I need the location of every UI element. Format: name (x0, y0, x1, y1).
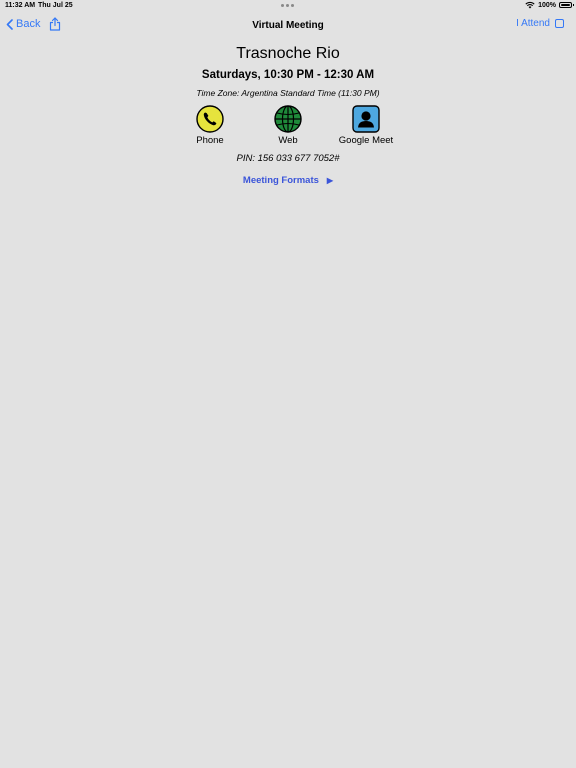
play-arrow-icon: ▶ (326, 176, 334, 185)
phone-link[interactable]: Phone (171, 105, 249, 146)
battery-icon (559, 2, 574, 8)
google-meet-label: Google Meet (338, 135, 394, 146)
google-meet-link[interactable]: Google Meet (327, 105, 405, 146)
attend-label: I Attend (516, 18, 550, 29)
meeting-timezone: Time Zone: Argentina Standard Time (11:3… (196, 88, 380, 98)
screen: 11:32 AM Thu Jul 25 100% Back Virtual Me… (0, 0, 576, 768)
status-time: 11:32 AM (5, 2, 36, 9)
meeting-details: Trasnoche Rio Saturdays, 10:30 PM - 12:3… (0, 44, 576, 188)
meeting-name: Trasnoche Rio (236, 45, 340, 62)
meeting-links: Phone Web Google Meet (0, 105, 576, 146)
status-date: Thu Jul 25 (38, 2, 73, 9)
phone-icon (196, 105, 224, 133)
battery-percent: 100% (538, 1, 556, 9)
navigation-bar: Back Virtual Meeting I Attend (0, 14, 576, 38)
phone-label: Phone (196, 135, 224, 146)
contact-icon (352, 105, 380, 133)
meeting-formats-button[interactable]: Meeting Formats ▶ (243, 175, 333, 186)
attend-checkbox[interactable] (555, 19, 564, 28)
wifi-icon (525, 2, 535, 9)
status-indicators: 100% (525, 1, 574, 9)
meeting-schedule: Saturdays, 10:30 PM - 12:30 AM (201, 69, 375, 81)
meeting-pin: PIN: 156 033 677 7052# (236, 153, 340, 164)
status-bar: 11:32 AM Thu Jul 25 100% (0, 0, 576, 12)
meeting-formats-label: Meeting Formats (242, 175, 319, 186)
nav-title: Virtual Meeting (252, 20, 324, 31)
multitasking-dots-icon[interactable] (281, 4, 294, 7)
web-label: Web (278, 135, 298, 146)
web-link[interactable]: Web (249, 105, 327, 146)
attend-toggle[interactable]: I Attend (516, 18, 564, 29)
globe-icon (274, 105, 302, 133)
